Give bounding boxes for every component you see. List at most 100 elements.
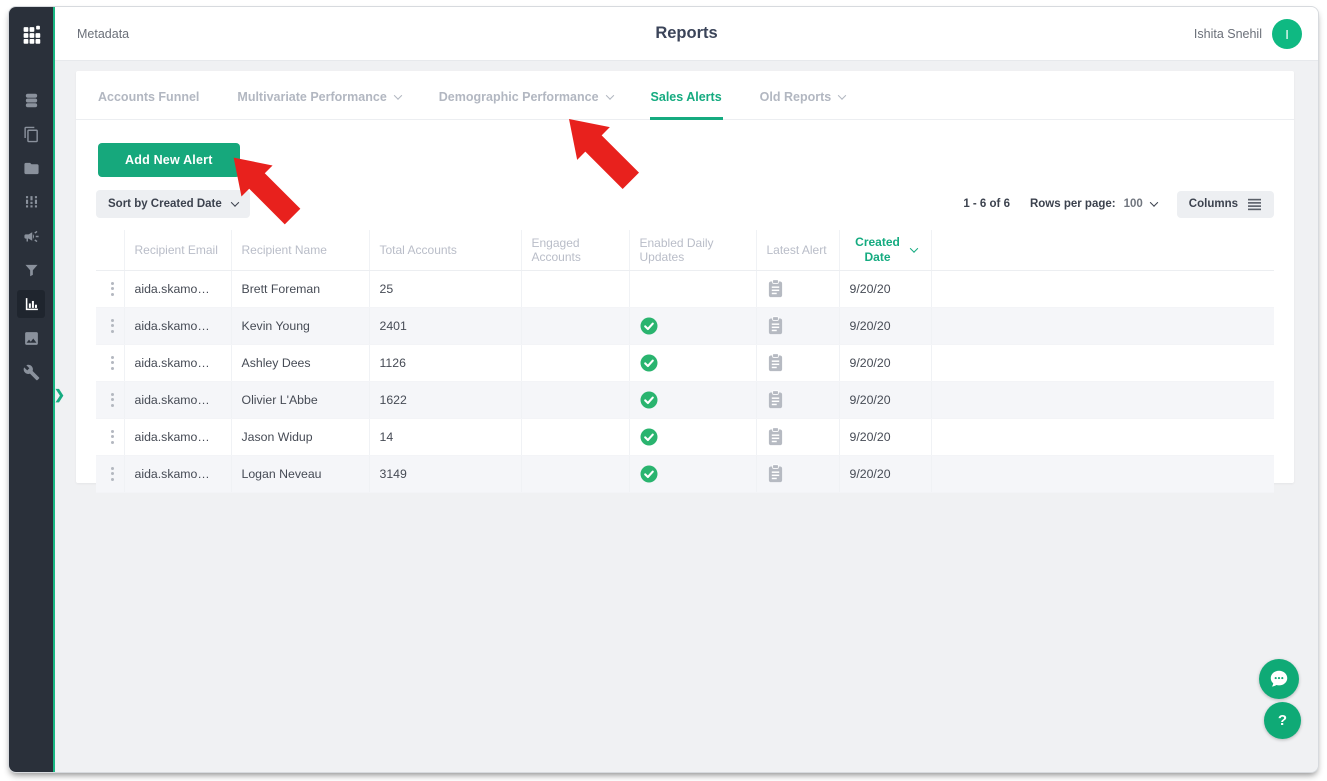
- enabled-daily-updates-cell: [629, 307, 756, 344]
- engaged-accounts-cell: [521, 307, 629, 344]
- recipient-email-cell: aida.skamo@metad...: [124, 270, 231, 307]
- tab-old-reports[interactable]: Old Reports: [760, 90, 846, 119]
- latest-alert-cell: [756, 344, 839, 381]
- avatar[interactable]: I: [1272, 19, 1302, 49]
- user-box: Ishita Snehil I: [1194, 19, 1302, 49]
- reports-card: Accounts Funnel Multivariate Performance…: [76, 71, 1294, 483]
- help-button[interactable]: ?: [1264, 702, 1301, 739]
- clipboard-icon[interactable]: [767, 464, 784, 483]
- rows-per-page-dropdown[interactable]: Rows per page: 100: [1030, 198, 1157, 210]
- sidebar-expand-chevron-icon[interactable]: ❯: [54, 387, 65, 403]
- column-header-enabled-daily-updates[interactable]: Enabled Daily Updates: [629, 230, 756, 270]
- copy-icon[interactable]: [17, 120, 45, 148]
- enabled-daily-updates-cell: [629, 418, 756, 455]
- recipient-email-cell: aida.skamo@metad...: [124, 418, 231, 455]
- recipient-email-cell: aida.skamo@metad...: [124, 455, 231, 492]
- chat-button[interactable]: [1259, 659, 1299, 699]
- recipient-name-cell: Brett Foreman: [231, 270, 369, 307]
- table-controls: Sort by Created Date 1 - 6 of 6 Rows per…: [96, 190, 1274, 218]
- tab-accounts-funnel[interactable]: Accounts Funnel: [98, 90, 199, 119]
- enabled-daily-updates-cell: [629, 270, 756, 307]
- recipient-name-cell: Jason Widup: [231, 418, 369, 455]
- sort-dropdown[interactable]: Sort by Created Date: [96, 190, 250, 218]
- tab-multivariate-performance[interactable]: Multivariate Performance: [237, 90, 400, 119]
- recipient-name-cell: Logan Neveau: [231, 455, 369, 492]
- app-window: ❯ Metadata Reports Ishita Snehil I Accou…: [8, 6, 1319, 773]
- latest-alert-cell: [756, 455, 839, 492]
- row-menu-kebab-icon[interactable]: [106, 467, 118, 481]
- row-menu-kebab-icon[interactable]: [106, 282, 118, 296]
- row-menu-kebab-icon[interactable]: [106, 430, 118, 444]
- chevron-down-icon: [1150, 198, 1158, 206]
- column-header-recipient-name[interactable]: Recipient Name: [231, 230, 369, 270]
- clipboard-icon[interactable]: [767, 390, 784, 409]
- column-header-total-accounts[interactable]: Total Accounts: [369, 230, 521, 270]
- sort-label: Sort by Created Date: [108, 198, 222, 210]
- recipient-name-cell: Olivier L'Abbe: [231, 381, 369, 418]
- clipboard-icon[interactable]: [767, 427, 784, 446]
- column-header-engaged-accounts[interactable]: Engaged Accounts: [521, 230, 629, 270]
- recipient-name-cell: Kevin Young: [231, 307, 369, 344]
- table-row: aida.skamo@metad... Jason Widup 14 9/20/…: [96, 418, 1274, 455]
- filler-column-header: [931, 230, 1274, 270]
- columns-button[interactable]: Columns: [1177, 191, 1274, 218]
- total-accounts-cell: 1126: [369, 344, 521, 381]
- metadata-logo-icon[interactable]: [9, 7, 53, 61]
- alerts-table: Recipient EmailRecipient NameTotal Accou…: [96, 230, 1274, 493]
- latest-alert-cell: [756, 381, 839, 418]
- check-circle-icon: [640, 391, 658, 409]
- tab-sales-alerts[interactable]: Sales Alerts: [651, 90, 722, 119]
- tab-demographic-performance[interactable]: Demographic Performance: [439, 90, 613, 119]
- image-icon[interactable]: [17, 324, 45, 352]
- total-accounts-cell: 25: [369, 270, 521, 307]
- recipient-email-cell: aida.skamo@metad...: [124, 344, 231, 381]
- chat-bubble-icon: [1268, 668, 1290, 690]
- check-circle-icon: [640, 354, 658, 372]
- row-menu-kebab-icon[interactable]: [106, 356, 118, 370]
- clipboard-icon[interactable]: [767, 279, 784, 298]
- enabled-daily-updates-cell: [629, 344, 756, 381]
- chevron-down-icon: [838, 91, 846, 99]
- engaged-accounts-cell: [521, 270, 629, 307]
- row-menu-kebab-icon[interactable]: [106, 393, 118, 407]
- tabs: Accounts Funnel Multivariate Performance…: [76, 71, 1294, 120]
- bar-chart-icon[interactable]: [17, 290, 45, 318]
- wrench-icon[interactable]: [17, 358, 45, 386]
- page-title: Reports: [55, 24, 1318, 43]
- engaged-accounts-cell: [521, 381, 629, 418]
- columns-button-label: Columns: [1189, 198, 1238, 210]
- table-row: aida.skamo@metad... Kevin Young 2401 9/2…: [96, 307, 1274, 344]
- sidebar: [9, 7, 53, 772]
- sliders-icon[interactable]: [17, 188, 45, 216]
- folder-icon[interactable]: [17, 154, 45, 182]
- created-date-cell: 9/20/20: [839, 381, 931, 418]
- database-icon[interactable]: [17, 86, 45, 114]
- table-row: aida.skamo@metad... Ashley Dees 1126 9/2…: [96, 344, 1274, 381]
- content-area: Accounts Funnel Multivariate Performance…: [55, 61, 1318, 772]
- add-new-alert-button[interactable]: Add New Alert: [98, 143, 240, 177]
- row-menu-kebab-icon[interactable]: [106, 319, 118, 333]
- hamburger-lines-icon: [1247, 198, 1262, 211]
- column-header-created-date[interactable]: Created Date: [839, 230, 931, 270]
- rows-per-page-label: Rows per page:: [1030, 198, 1116, 210]
- enabled-daily-updates-cell: [629, 381, 756, 418]
- latest-alert-cell: [756, 270, 839, 307]
- sidebar-nav: [9, 61, 53, 386]
- latest-alert-cell: [756, 418, 839, 455]
- tab-label: Multivariate Performance: [237, 90, 386, 104]
- rows-per-page-value: 100: [1124, 198, 1143, 210]
- created-date-cell: 9/20/20: [839, 418, 931, 455]
- recipient-email-cell: aida.skamo@metad...: [124, 381, 231, 418]
- tab-label: Accounts Funnel: [98, 90, 199, 104]
- total-accounts-cell: 14: [369, 418, 521, 455]
- table-row: aida.skamo@metad... Logan Neveau 3149 9/…: [96, 455, 1274, 492]
- funnel-icon[interactable]: [17, 256, 45, 284]
- column-header-latest-alert[interactable]: Latest Alert: [756, 230, 839, 270]
- clipboard-icon[interactable]: [767, 353, 784, 372]
- clipboard-icon[interactable]: [767, 316, 784, 335]
- column-header-recipient-email[interactable]: Recipient Email: [124, 230, 231, 270]
- table-row: aida.skamo@metad... Brett Foreman 25 9/2…: [96, 270, 1274, 307]
- table-row: aida.skamo@metad... Olivier L'Abbe 1622 …: [96, 381, 1274, 418]
- chevron-down-icon: [394, 91, 402, 99]
- megaphone-icon[interactable]: [17, 222, 45, 250]
